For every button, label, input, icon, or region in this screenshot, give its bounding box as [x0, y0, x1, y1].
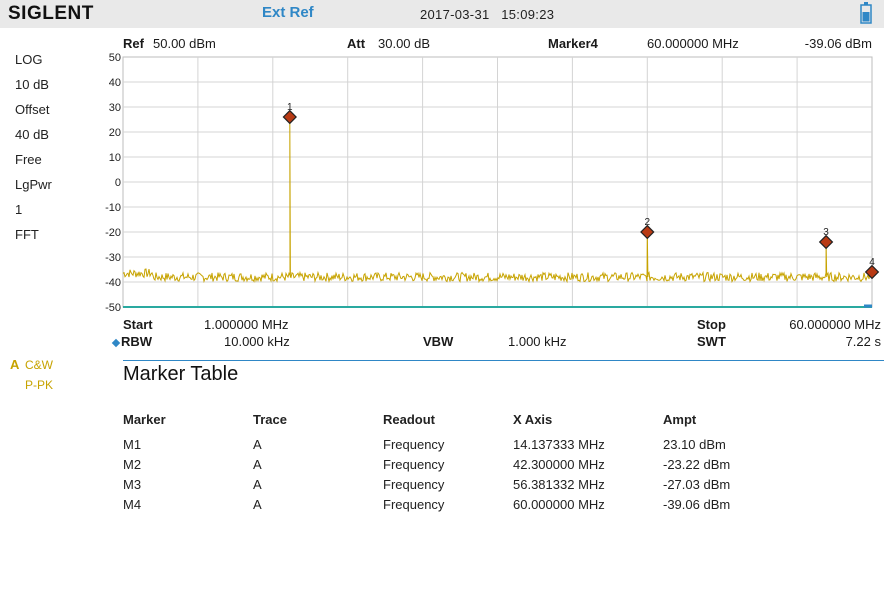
start-value: 1.000000 MHz	[204, 317, 289, 332]
cell-x-axis: 56.381332 MHz	[513, 477, 605, 492]
y-tick-label: 30	[109, 102, 121, 114]
cell-trace: A	[253, 497, 262, 512]
cell-ampt: -39.06 dBm	[663, 497, 731, 512]
col-header-readout: Readout	[383, 412, 435, 427]
stop-value: 60.000000 MHz	[789, 317, 881, 332]
y-axis-ticks: 50 40 30 20 10 0 -10 -20 -30 -40 -50	[105, 52, 121, 314]
section-divider	[123, 360, 884, 361]
trace-letter: A	[10, 357, 20, 372]
rbw-coupling-icon	[111, 338, 121, 347]
cell-readout: Frequency	[383, 477, 445, 492]
cell-ampt: -23.22 dBm	[663, 457, 731, 472]
cell-x-axis: 60.000000 MHz	[513, 497, 605, 512]
marker-4-label: 4	[869, 257, 875, 268]
y-tick-label: -30	[105, 252, 121, 264]
cell-readout: Frequency	[383, 497, 445, 512]
y-tick-label: 20	[109, 127, 121, 139]
col-header-marker: Marker	[123, 412, 166, 427]
y-tick-label: 50	[109, 52, 121, 64]
cell-x-axis: 42.300000 MHz	[513, 457, 605, 472]
swt-value: 7.22 s	[845, 334, 881, 349]
cell-x-axis: 14.137333 MHz	[513, 437, 605, 452]
cell-marker: M2	[123, 457, 142, 472]
cell-marker: M3	[123, 477, 142, 492]
cell-readout: Frequency	[383, 457, 445, 472]
vbw-value: 1.000 kHz	[508, 334, 567, 349]
trace-mode: C&W	[25, 358, 53, 372]
y-tick-label: -40	[105, 277, 121, 289]
detector-mode: P-PK	[25, 378, 54, 392]
cell-marker: M1	[123, 437, 142, 452]
cell-marker: M4	[123, 497, 142, 512]
swt-label: SWT	[697, 334, 726, 349]
y-tick-label: 10	[109, 152, 121, 164]
y-tick-label: -20	[105, 227, 121, 239]
chart-grid	[122, 56, 873, 308]
marker-2-label: 2	[645, 217, 651, 228]
marker-table-title: Marker Table	[123, 363, 239, 385]
y-tick-label: 40	[109, 77, 121, 89]
col-header-ampt: Ampt	[663, 412, 697, 427]
spectrum-chart[interactable]: 50 40 30 20 10 0 -10 -20 -30 -40 -50 1 2 3 4	[0, 0, 884, 320]
rbw-label: RBW	[111, 334, 153, 349]
cell-readout: Frequency	[383, 437, 445, 452]
cell-ampt: -27.03 dBm	[663, 477, 731, 492]
marker-3-label: 3	[823, 227, 829, 238]
start-label: Start	[123, 317, 153, 332]
col-header-x-axis: X Axis	[513, 412, 553, 427]
cell-ampt: 23.10 dBm	[663, 437, 726, 452]
cell-trace: A	[253, 437, 262, 452]
col-header-trace: Trace	[253, 412, 287, 427]
cell-trace: A	[253, 477, 262, 492]
stop-label: Stop	[697, 317, 726, 332]
y-tick-label: -50	[105, 302, 121, 314]
y-tick-label: 0	[115, 177, 121, 189]
reference-line	[123, 304, 872, 308]
cell-trace: A	[253, 457, 262, 472]
vbw-label: VBW	[423, 334, 454, 349]
marker-1-label: 1	[287, 102, 293, 113]
rbw-label-text: RBW	[121, 334, 153, 349]
y-tick-label: -10	[105, 202, 121, 214]
rbw-value: 10.000 kHz	[224, 334, 290, 349]
